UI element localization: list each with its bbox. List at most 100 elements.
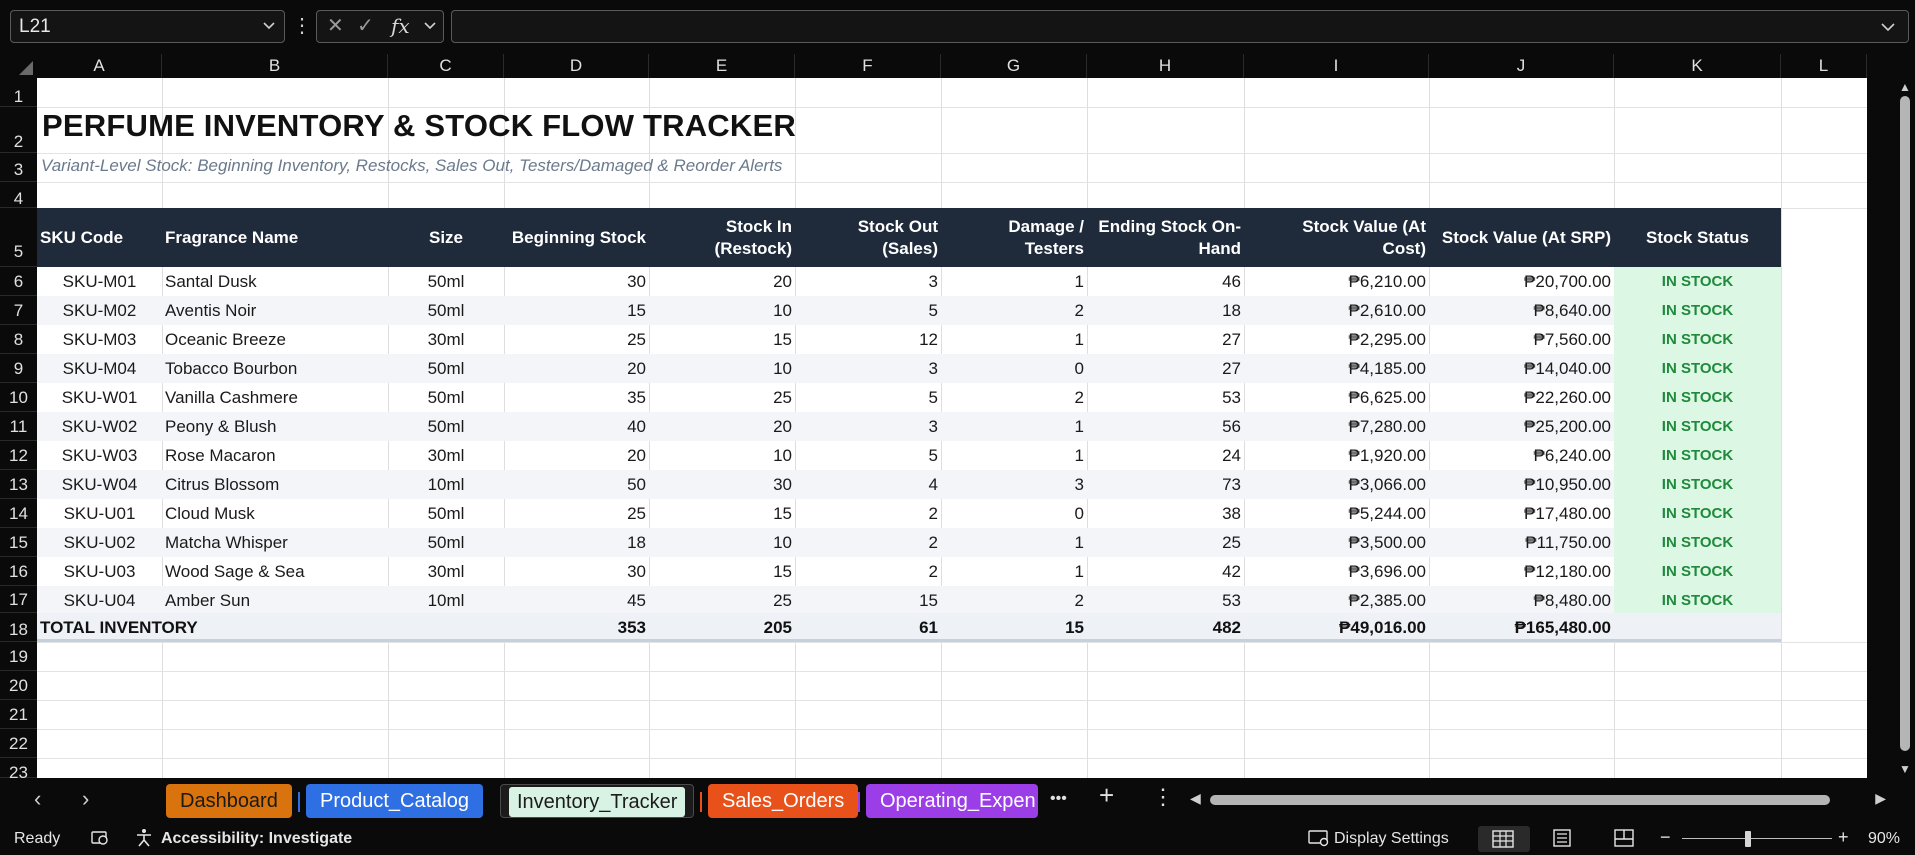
size-cell[interactable]: 50ml — [388, 412, 504, 441]
damage-cell[interactable]: 0 — [941, 354, 1087, 383]
row-header-22[interactable]: 22 — [0, 729, 37, 758]
fragrance-name-cell[interactable]: Tobacco Bourbon — [162, 354, 388, 383]
stock-in-cell[interactable]: 10 — [649, 354, 795, 383]
scroll-right-icon[interactable]: ▶ — [1875, 790, 1886, 807]
stock-status-badge[interactable]: IN STOCK — [1614, 470, 1781, 499]
total-label[interactable]: TOTAL INVENTORY — [37, 613, 388, 642]
select-all-button[interactable] — [0, 54, 37, 78]
row-header-16[interactable]: 16 — [0, 557, 37, 586]
damage-cell[interactable]: 2 — [941, 296, 1087, 325]
fragrance-name-cell[interactable]: Vanilla Cashmere — [162, 383, 388, 412]
row-header-13[interactable]: 13 — [0, 470, 37, 499]
row-header-5[interactable]: 5 — [0, 208, 37, 267]
chevron-down-icon[interactable] — [423, 11, 437, 52]
fragrance-name-cell[interactable]: Cloud Musk — [162, 499, 388, 528]
expand-formula-bar-icon[interactable] — [1880, 17, 1896, 42]
damage-cell[interactable]: 1 — [941, 441, 1087, 470]
beginning-stock-cell[interactable]: 25 — [504, 499, 649, 528]
page-layout-view-icon[interactable] — [1551, 829, 1573, 852]
damage-cell[interactable]: 1 — [941, 267, 1087, 296]
stock-out-cell[interactable]: 5 — [795, 296, 941, 325]
stock-out-cell[interactable]: 3 — [795, 412, 941, 441]
ending-stock-cell[interactable]: 53 — [1087, 383, 1244, 412]
sku-cell[interactable]: SKU-U02 — [37, 528, 162, 557]
stock-status-badge[interactable]: IN STOCK — [1614, 499, 1781, 528]
sku-cell[interactable]: SKU-W01 — [37, 383, 162, 412]
display-settings-button[interactable]: Display Settings — [1334, 830, 1449, 848]
row-header-9[interactable]: 9 — [0, 354, 37, 383]
chevron-down-icon[interactable] — [262, 11, 276, 53]
beginning-stock-cell[interactable]: 20 — [504, 441, 649, 470]
size-cell[interactable]: 50ml — [388, 296, 504, 325]
column-header-b[interactable]: B — [162, 54, 388, 78]
zoom-in-button[interactable]: + — [1838, 827, 1849, 848]
sku-cell[interactable]: SKU-U01 — [37, 499, 162, 528]
tab-operating-expenses[interactable]: Operating_Expen — [866, 784, 1038, 818]
damage-cell[interactable]: 1 — [941, 412, 1087, 441]
stock-out-cell[interactable]: 2 — [795, 528, 941, 557]
fragrance-name-cell[interactable]: Matcha Whisper — [162, 528, 388, 557]
page-break-preview-icon[interactable] — [1613, 829, 1635, 852]
row-header-7[interactable]: 7 — [0, 296, 37, 325]
stock-status-badge[interactable]: IN STOCK — [1614, 325, 1781, 354]
value-srp-cell[interactable]: ₱14,040.00 — [1429, 354, 1614, 383]
total-ending[interactable]: 482 — [1087, 613, 1244, 642]
fragrance-name-cell[interactable]: Citrus Blossom — [162, 470, 388, 499]
value-cost-cell[interactable]: ₱2,385.00 — [1244, 586, 1429, 615]
zoom-out-button[interactable]: − — [1660, 827, 1671, 848]
stock-in-cell[interactable]: 10 — [649, 296, 795, 325]
value-srp-cell[interactable]: ₱20,700.00 — [1429, 267, 1614, 296]
row-header-19[interactable]: 19 — [0, 642, 37, 671]
horizontal-scrollbar[interactable]: ◀ ▶ — [1186, 790, 1890, 808]
row-header-17[interactable]: 17 — [0, 586, 37, 613]
ending-stock-cell[interactable]: 56 — [1087, 412, 1244, 441]
value-cost-cell[interactable]: ₱3,066.00 — [1244, 470, 1429, 499]
value-cost-cell[interactable]: ₱3,696.00 — [1244, 557, 1429, 586]
stock-in-cell[interactable]: 20 — [649, 412, 795, 441]
stock-status-badge[interactable]: IN STOCK — [1614, 354, 1781, 383]
stock-out-cell[interactable]: 12 — [795, 325, 941, 354]
size-cell[interactable]: 30ml — [388, 325, 504, 354]
name-box[interactable]: L21 — [10, 10, 285, 43]
column-header-i[interactable]: I — [1244, 54, 1429, 78]
add-sheet-icon[interactable]: + — [1099, 780, 1114, 811]
ending-stock-cell[interactable]: 38 — [1087, 499, 1244, 528]
value-cost-cell[interactable]: ₱2,295.00 — [1244, 325, 1429, 354]
more-options-icon[interactable]: ⋮ — [292, 12, 312, 40]
row-header-11[interactable]: 11 — [0, 412, 37, 441]
sheet-options-icon[interactable]: ⋮ — [1152, 784, 1174, 810]
value-cost-cell[interactable]: ₱6,210.00 — [1244, 267, 1429, 296]
damage-cell[interactable]: 2 — [941, 586, 1087, 615]
stock-out-cell[interactable]: 3 — [795, 267, 941, 296]
column-header-k[interactable]: K — [1614, 54, 1781, 78]
stock-status-badge[interactable]: IN STOCK — [1614, 528, 1781, 557]
beginning-stock-cell[interactable]: 35 — [504, 383, 649, 412]
beginning-stock-cell[interactable]: 18 — [504, 528, 649, 557]
beginning-stock-cell[interactable]: 15 — [504, 296, 649, 325]
horizontal-scroll-thumb[interactable] — [1210, 795, 1830, 805]
size-cell[interactable]: 50ml — [388, 383, 504, 412]
ending-stock-cell[interactable]: 18 — [1087, 296, 1244, 325]
tab-inventory-tracker[interactable]: Inventory_Tracker — [500, 784, 695, 818]
enter-icon[interactable]: ✓ — [357, 11, 374, 42]
beginning-stock-cell[interactable]: 40 — [504, 412, 649, 441]
stock-out-cell[interactable]: 5 — [795, 441, 941, 470]
size-cell[interactable]: 50ml — [388, 354, 504, 383]
insert-function-icon[interactable]: fx — [391, 11, 410, 42]
beginning-stock-cell[interactable]: 25 — [504, 325, 649, 354]
damage-cell[interactable]: 1 — [941, 528, 1087, 557]
previous-sheet-icon[interactable]: ‹ — [34, 786, 41, 812]
size-cell[interactable]: 30ml — [388, 441, 504, 470]
value-srp-cell[interactable]: ₱8,640.00 — [1429, 296, 1614, 325]
column-header-h[interactable]: H — [1087, 54, 1244, 78]
total-stock-out[interactable]: 61 — [795, 613, 941, 642]
sku-cell[interactable]: SKU-W03 — [37, 441, 162, 470]
value-srp-cell[interactable]: ₱12,180.00 — [1429, 557, 1614, 586]
ending-stock-cell[interactable]: 46 — [1087, 267, 1244, 296]
column-header-f[interactable]: F — [795, 54, 941, 78]
cancel-icon[interactable]: ✕ — [327, 11, 344, 42]
row-header-4[interactable]: 4 — [0, 182, 37, 208]
display-settings-icon[interactable] — [1308, 828, 1330, 853]
tab-product-catalog[interactable]: Product_Catalog — [306, 784, 483, 818]
zoom-slider[interactable] — [1682, 838, 1832, 839]
